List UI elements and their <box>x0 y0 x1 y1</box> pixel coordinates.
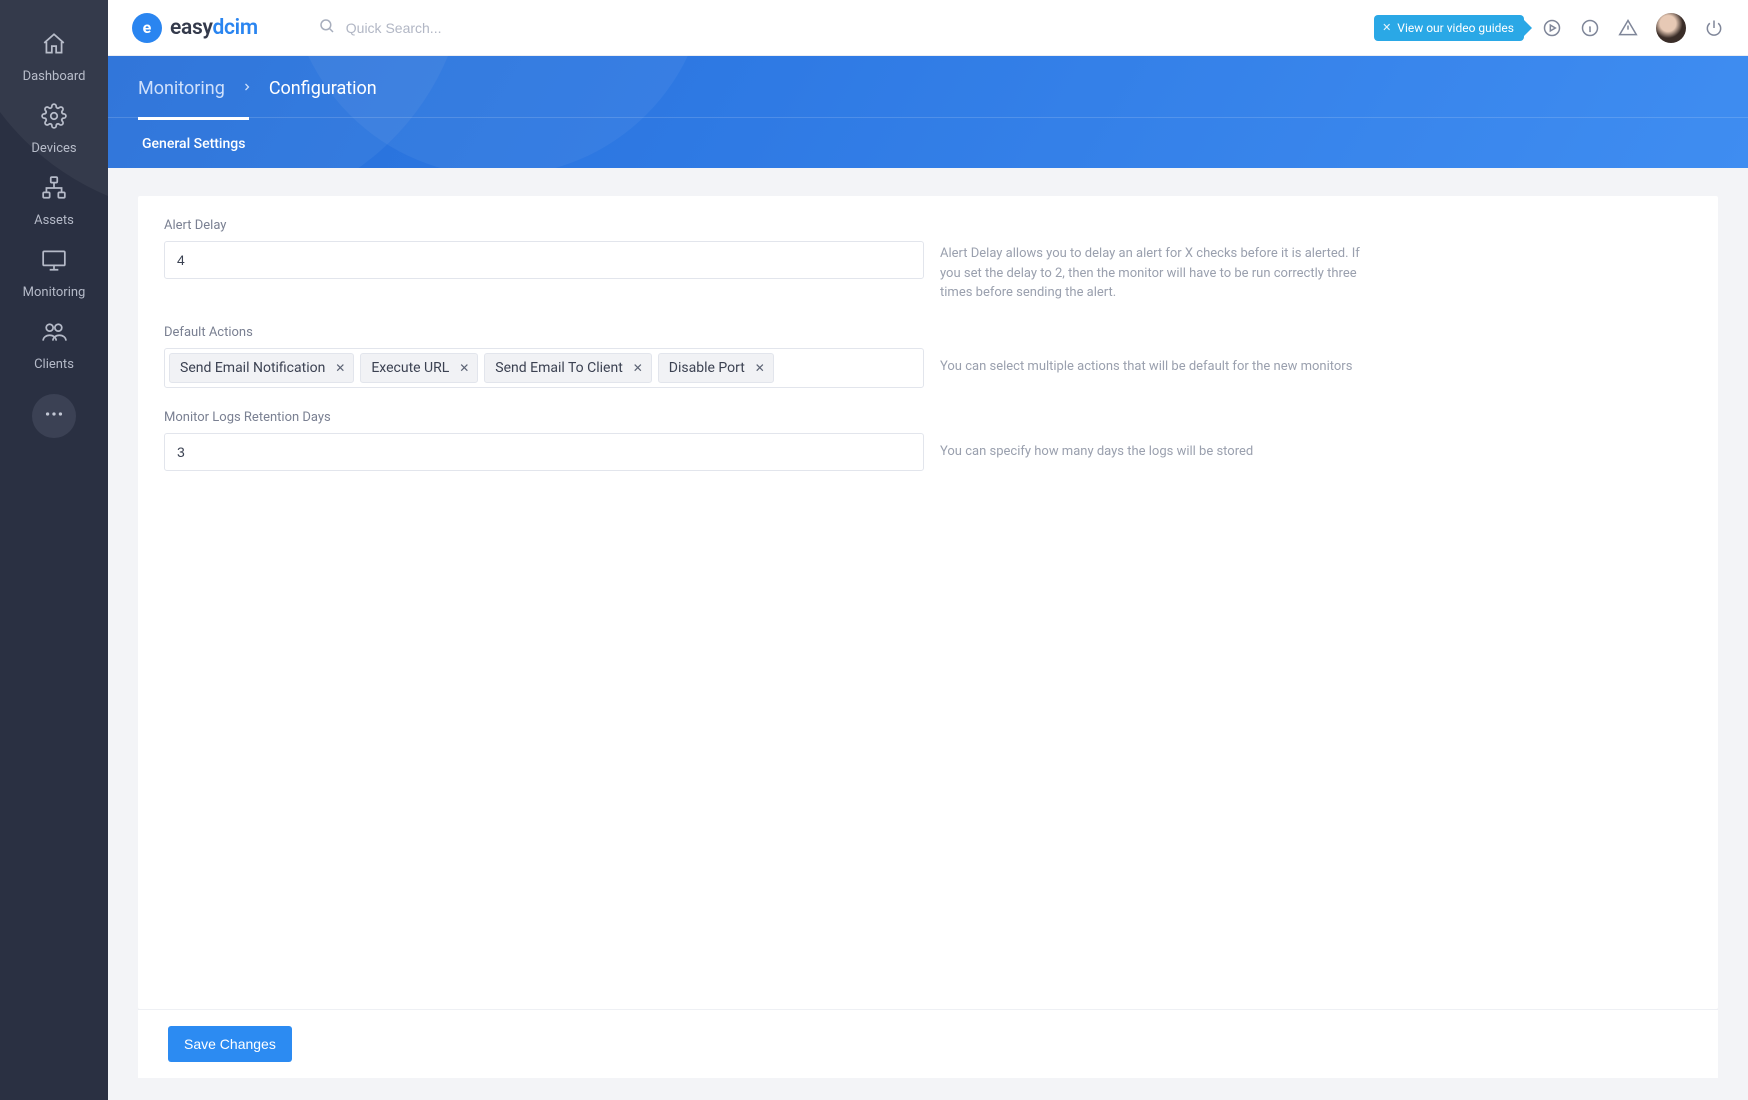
info-icon[interactable] <box>1580 18 1600 38</box>
close-icon[interactable]: ✕ <box>633 361 643 375</box>
more-button[interactable] <box>32 394 76 438</box>
video-guides-label: View our video guides <box>1397 21 1514 35</box>
default-actions-input[interactable]: Send Email Notification ✕ Execute URL ✕ … <box>164 348 924 388</box>
default-actions-help: You can select multiple actions that wil… <box>940 325 1380 388</box>
sidebar-item-monitoring[interactable]: Monitoring <box>0 238 108 310</box>
default-action-chip[interactable]: Send Email Notification ✕ <box>169 353 354 383</box>
close-icon[interactable]: ✕ <box>335 361 345 375</box>
footer-bar: Save Changes <box>138 1009 1718 1078</box>
alert-delay-input[interactable] <box>164 241 924 279</box>
retention-help: You can specify how many days the logs w… <box>940 410 1380 471</box>
close-icon[interactable]: ✕ <box>755 361 765 375</box>
avatar[interactable] <box>1656 13 1686 43</box>
chip-label: Disable Port <box>669 360 745 376</box>
users-icon <box>41 319 67 349</box>
chip-label: Send Email To Client <box>495 360 622 376</box>
alert-delay-help: Alert Delay allows you to delay an alert… <box>940 218 1380 303</box>
close-icon[interactable]: ✕ <box>1382 21 1391 34</box>
tab-label: General Settings <box>142 136 245 152</box>
save-button-label: Save Changes <box>184 1036 276 1052</box>
retention-input[interactable] <box>164 433 924 471</box>
sidebar-item-clients[interactable]: Clients <box>0 310 108 382</box>
sidebar-item-label: Clients <box>34 357 74 372</box>
sidebar-item-label: Monitoring <box>23 285 86 300</box>
default-actions-label: Default Actions <box>164 325 924 340</box>
chip-label: Send Email Notification <box>180 360 325 376</box>
alert-icon[interactable] <box>1618 18 1638 38</box>
breadcrumb: Monitoring Configuration <box>108 56 1748 117</box>
close-icon[interactable]: ✕ <box>459 361 469 375</box>
breadcrumb-root[interactable]: Monitoring <box>138 78 225 99</box>
hierarchy-icon <box>41 175 67 205</box>
chevron-right-icon <box>241 81 253 97</box>
default-action-chip[interactable]: Disable Port ✕ <box>658 353 774 383</box>
video-guides-button[interactable]: ✕ View our video guides <box>1374 15 1524 41</box>
play-icon[interactable] <box>1542 18 1562 38</box>
breadcrumb-current: Configuration <box>269 78 377 99</box>
dots-icon <box>43 403 65 429</box>
default-action-chip[interactable]: Execute URL ✕ <box>360 353 478 383</box>
settings-card: Alert Delay Alert Delay allows you to de… <box>138 196 1718 1009</box>
alert-delay-label: Alert Delay <box>164 218 924 233</box>
monitor-icon <box>41 247 67 277</box>
save-button[interactable]: Save Changes <box>168 1026 292 1062</box>
sidebar-item-label: Assets <box>34 213 74 228</box>
page-header: Monitoring Configuration General Setting… <box>108 56 1748 168</box>
chip-label: Execute URL <box>371 360 449 376</box>
retention-label: Monitor Logs Retention Days <box>164 410 924 425</box>
tab-general-settings[interactable]: General Settings <box>138 117 249 168</box>
default-action-chip[interactable]: Send Email To Client ✕ <box>484 353 651 383</box>
power-icon[interactable] <box>1704 18 1724 38</box>
